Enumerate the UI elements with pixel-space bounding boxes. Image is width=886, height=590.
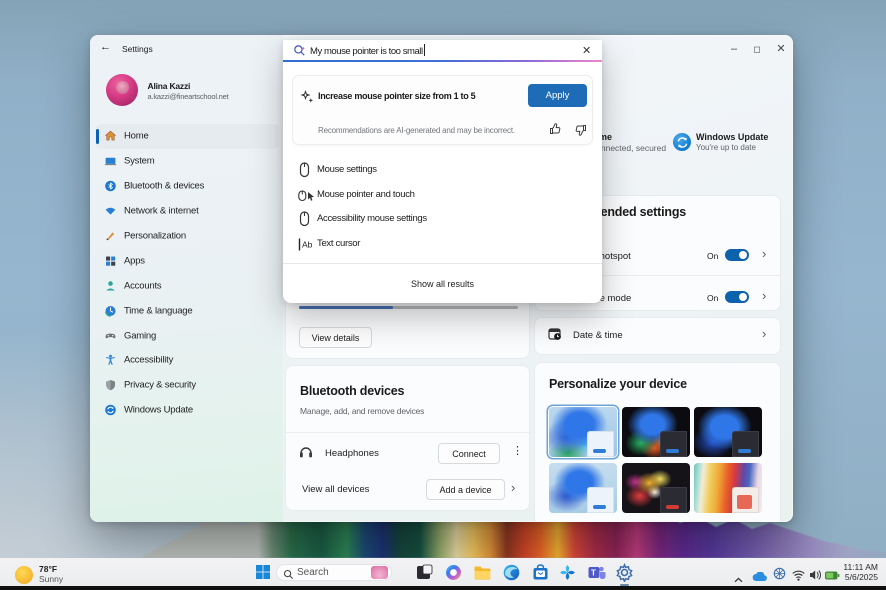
- svg-text:Ab: Ab: [302, 240, 313, 250]
- svg-text:T: T: [591, 569, 596, 578]
